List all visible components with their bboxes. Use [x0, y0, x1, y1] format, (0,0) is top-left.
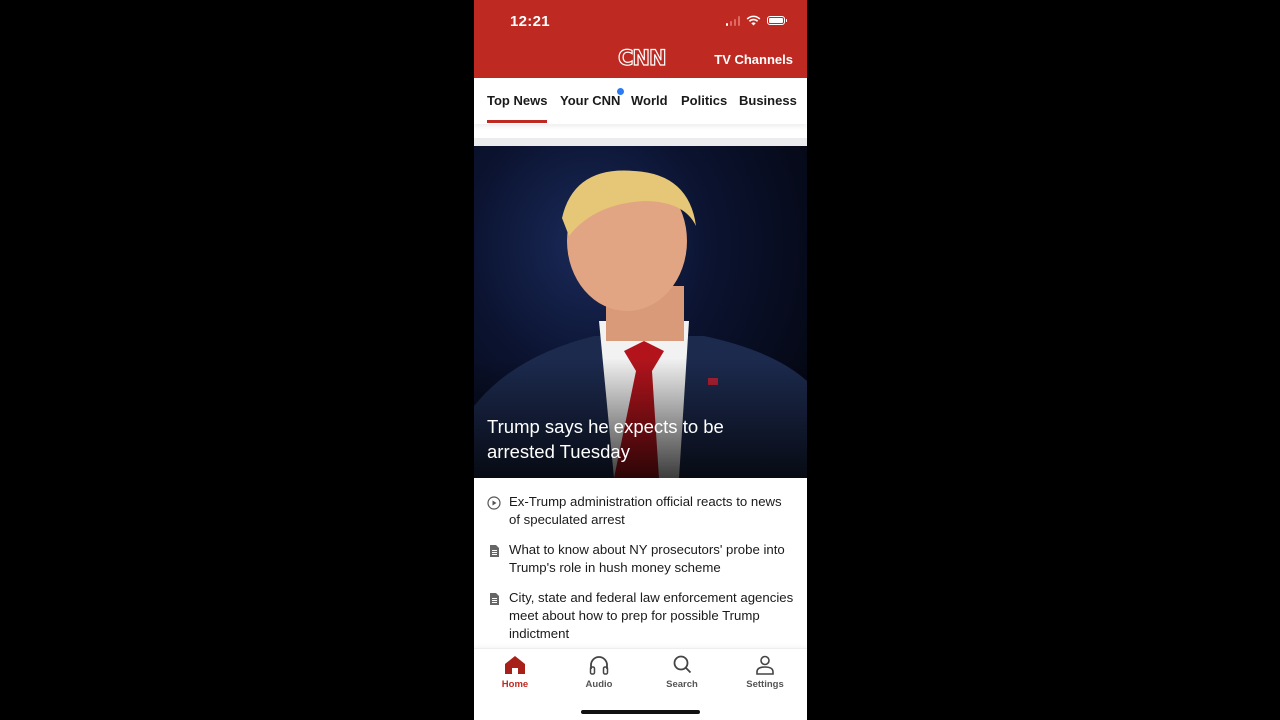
- tab-politics[interactable]: Politics: [681, 93, 727, 108]
- hero-headline[interactable]: Trump says he expects to be arrested Tue…: [487, 414, 787, 464]
- play-circle-icon: [487, 496, 501, 510]
- tab-business[interactable]: Business: [739, 93, 797, 108]
- related-story-text[interactable]: What to know about NY prosecutors' probe…: [509, 541, 794, 577]
- document-icon: [490, 545, 499, 557]
- cnn-logo[interactable]: CNN: [617, 45, 667, 70]
- document-icon: [490, 593, 499, 605]
- nav-audio-label: Audio: [585, 679, 613, 690]
- nav-home-label: Home: [501, 679, 529, 690]
- search-icon: [673, 655, 692, 674]
- person-icon: [756, 655, 774, 675]
- nav-search-label: Search: [666, 679, 698, 690]
- tv-channels-button[interactable]: TV Channels: [714, 52, 793, 67]
- status-icons: [725, 15, 787, 26]
- hero-story[interactable]: Trump says he expects to be arrested Tue…: [474, 146, 807, 478]
- app-header: 12:21 CNN TV Channels: [474, 0, 807, 78]
- tab-world[interactable]: World: [631, 93, 668, 108]
- cellular-signal-icon: [725, 15, 740, 26]
- battery-icon: [767, 16, 787, 25]
- active-tab-indicator: [487, 120, 547, 123]
- nav-settings-label: Settings: [746, 679, 784, 690]
- section-tabs: Top News Your CNN World Politics Busines…: [474, 78, 807, 124]
- home-icon: [505, 656, 525, 674]
- tab-your-cnn[interactable]: Your CNN: [560, 93, 620, 108]
- nav-search[interactable]: Search: [647, 655, 717, 690]
- status-time: 12:21: [510, 13, 550, 30]
- headphones-icon: [589, 656, 609, 675]
- notification-dot: [617, 88, 624, 95]
- nav-home[interactable]: Home: [480, 655, 550, 690]
- related-story-text[interactable]: City, state and federal law enforcement …: [509, 589, 794, 643]
- wifi-icon: [746, 15, 761, 26]
- phone-screen: 12:21 CNN TV Channels Top News Your CNN …: [474, 0, 807, 720]
- section-divider: [474, 138, 807, 146]
- related-story-text[interactable]: Ex-Trump administration official reacts …: [509, 493, 794, 529]
- nav-audio[interactable]: Audio: [564, 655, 634, 690]
- tab-top-news[interactable]: Top News: [487, 93, 547, 108]
- home-indicator[interactable]: [581, 710, 700, 714]
- nav-settings[interactable]: Settings: [730, 655, 800, 690]
- bottom-navigation: Home Audio Search Settings: [474, 648, 807, 720]
